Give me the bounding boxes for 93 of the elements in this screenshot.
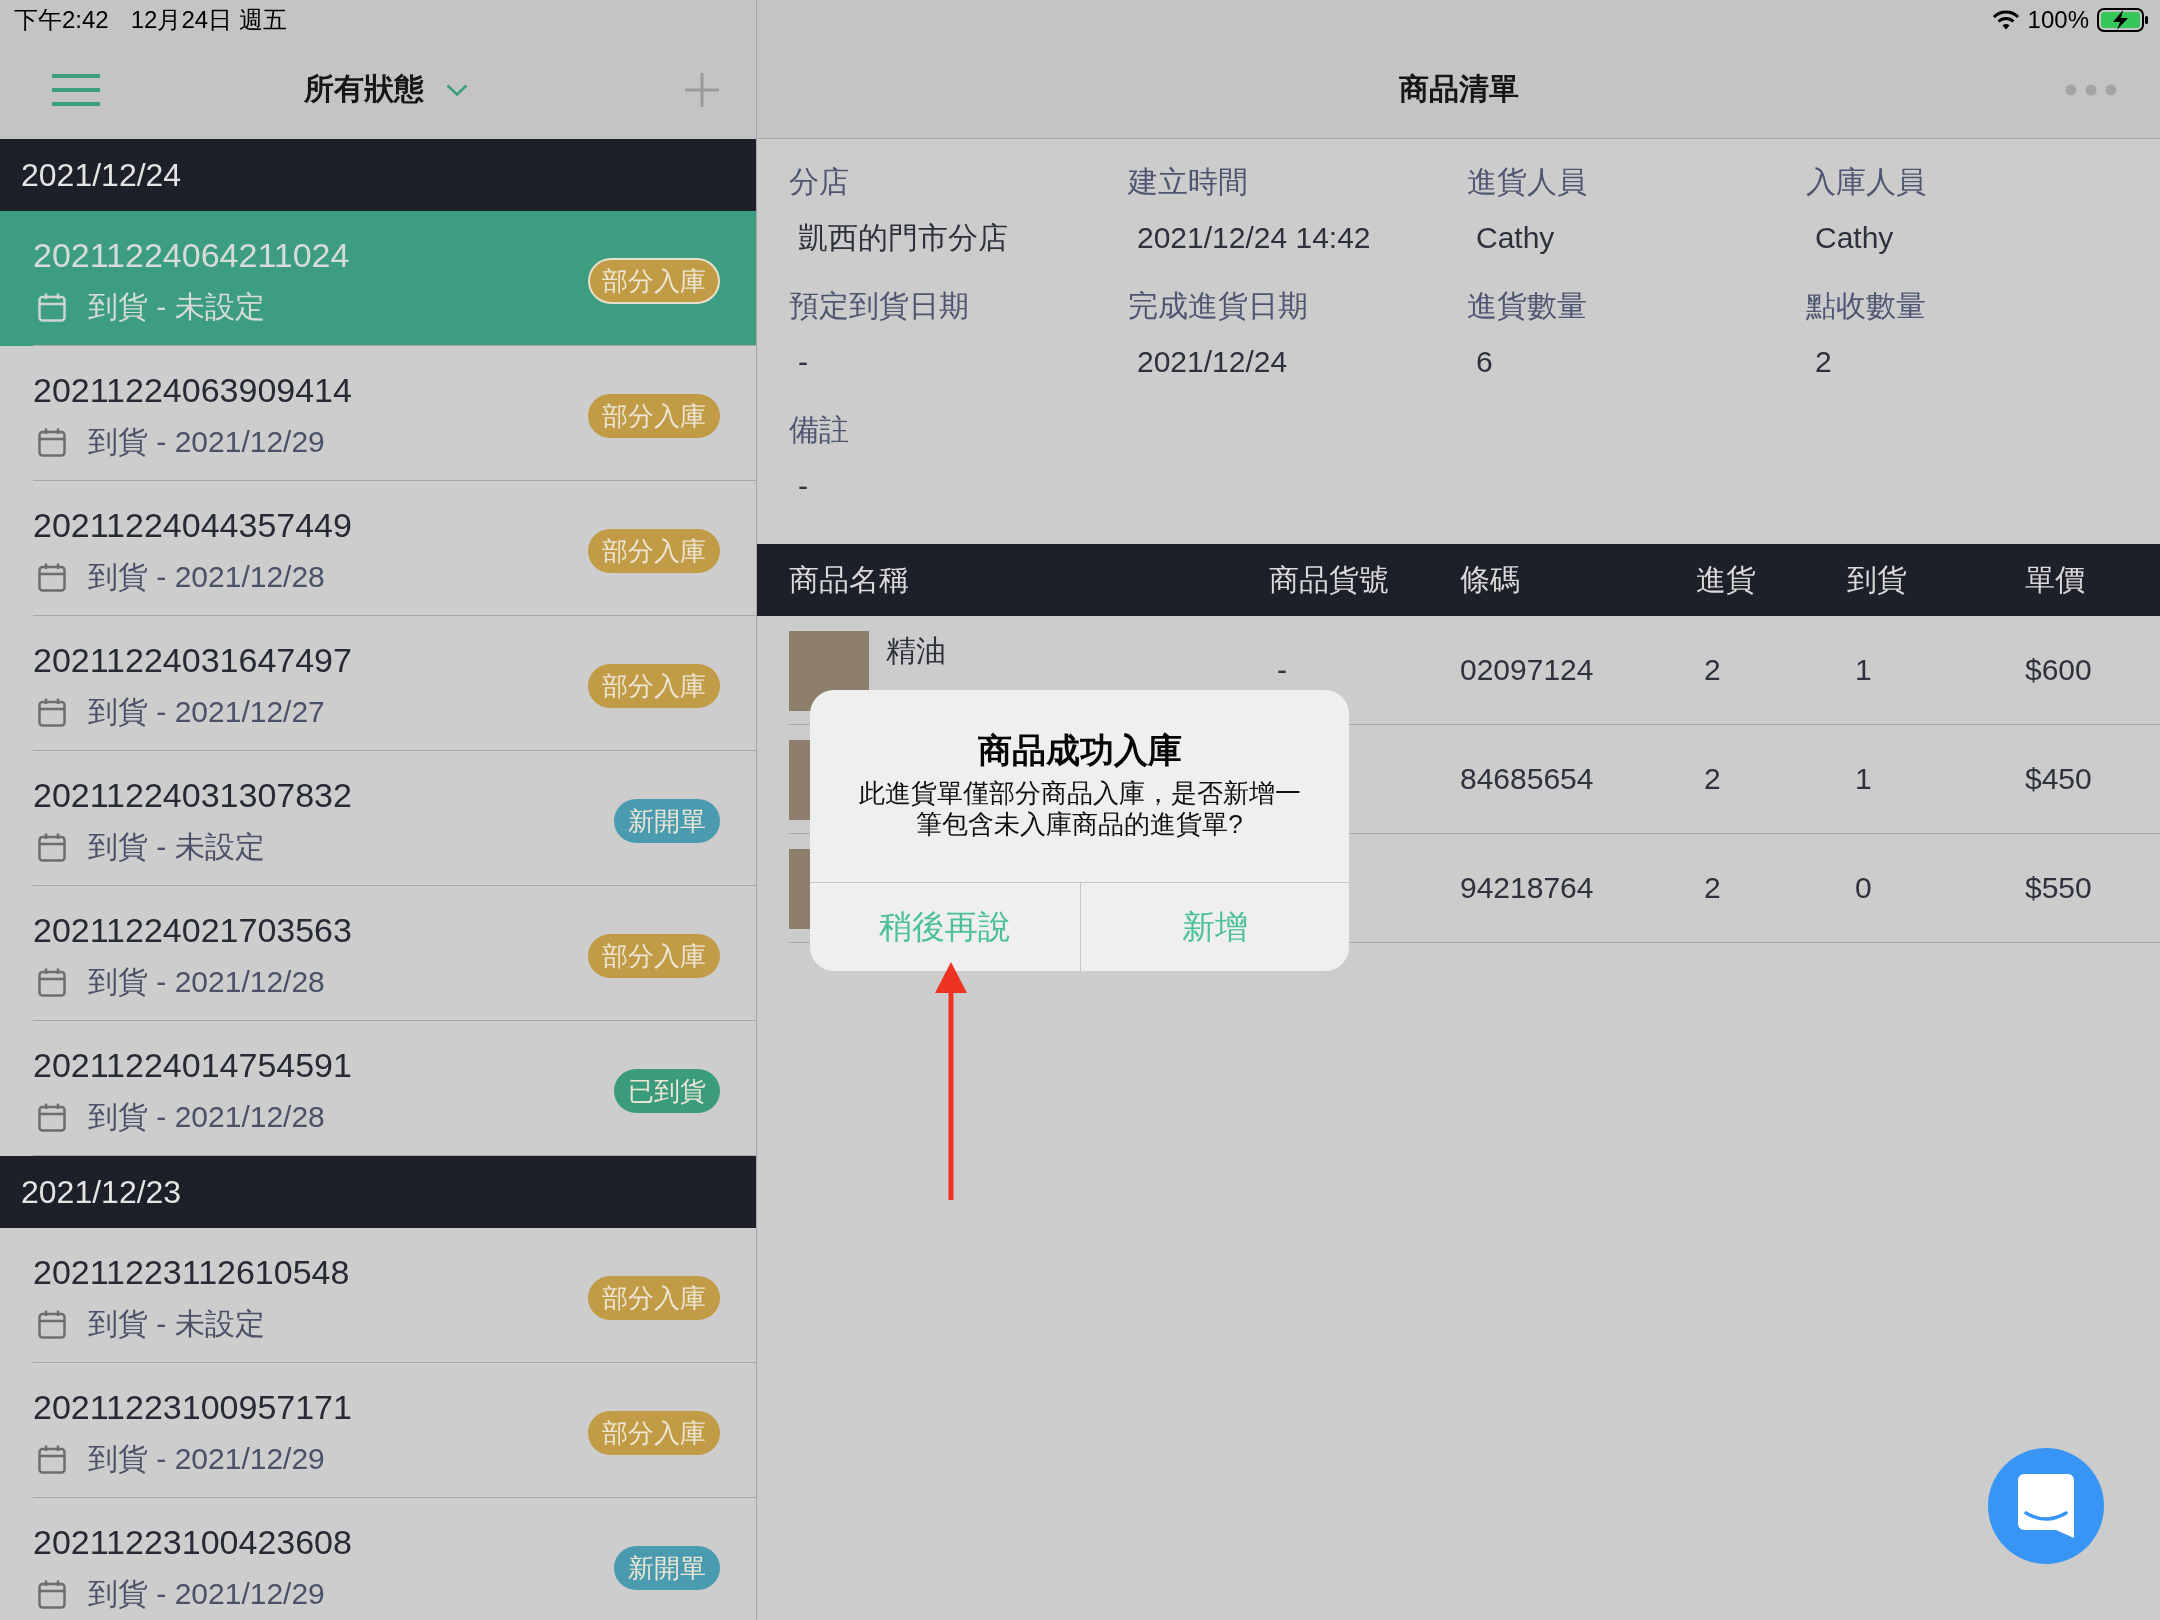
- wifi-icon: [1991, 10, 2020, 30]
- status-badge: 新開單: [614, 799, 720, 843]
- table-cell-text: 1: [1854, 652, 1872, 688]
- arrival-date: 到貨 - 2021/12/27: [88, 694, 325, 730]
- table-cell-text: 2: [1703, 761, 1721, 797]
- table-cell-text: $600: [2025, 652, 2092, 688]
- field-value: Cathy: [1814, 220, 1894, 256]
- table-cell-text: 94218764: [1460, 870, 1594, 906]
- field-value: 凱西的門市分店: [797, 220, 1008, 256]
- status-badge: 新開單: [614, 1546, 720, 1590]
- calendar-icon: [38, 832, 66, 862]
- arrival-date: 到貨 - 2021/12/28: [88, 964, 325, 1000]
- field-value: Cathy: [1475, 220, 1555, 256]
- order-number: 20211224031647497: [33, 640, 352, 680]
- table-cell-text: $550: [2025, 870, 2092, 906]
- arrival-date: 到貨 - 未設定: [88, 289, 265, 325]
- column-header: 單價: [2025, 561, 2085, 598]
- table-cell-text: 02097124: [1460, 652, 1594, 688]
- table-cell-text: 1: [1854, 761, 1872, 797]
- field-value: 2021/12/24: [1136, 344, 1288, 380]
- order-number: 20211224044357449: [33, 505, 352, 545]
- status-badge: 部分入庫: [588, 394, 720, 438]
- calendar-icon: [38, 697, 66, 727]
- calendar-icon: [38, 1102, 66, 1132]
- field-value: 6: [1475, 344, 1493, 380]
- date-header: 2021/12/24: [0, 139, 756, 211]
- field-label: 建立時間: [1128, 164, 1248, 200]
- calendar-icon: [38, 1579, 66, 1609]
- table-cell-text: -: [1276, 652, 1287, 688]
- arrival-date: 到貨 - 未設定: [88, 829, 265, 865]
- order-number: 20211223112610548: [33, 1252, 350, 1292]
- order-number: 20211224063909414: [33, 370, 352, 410]
- product-name: 精油: [886, 633, 946, 669]
- table-cell-text: $450: [2025, 761, 2092, 797]
- arrival-date: 到貨 - 2021/12/28: [88, 559, 325, 595]
- field-label: 點收數量: [1806, 288, 1926, 324]
- order-number: 20211224014754591: [33, 1045, 352, 1085]
- arrival-date: 到貨 - 2021/12/29: [88, 1441, 325, 1477]
- arrival-date: 到貨 - 2021/12/29: [88, 1576, 325, 1612]
- table-cell-text: 0: [1854, 870, 1872, 906]
- calendar-icon: [38, 967, 66, 997]
- chevron-down-icon: [445, 83, 468, 96]
- dialog-title: 商品成功入庫: [977, 730, 1182, 771]
- table-cell-text: 84685654: [1460, 761, 1594, 797]
- status-badge: 部分入庫: [588, 664, 720, 708]
- order-number: 20211224064211024: [33, 235, 350, 275]
- plus-icon[interactable]: [685, 72, 719, 107]
- status-badge: 部分入庫: [588, 934, 720, 978]
- status-date: 12月24日 週五: [130, 5, 287, 35]
- calendar-icon: [38, 562, 66, 592]
- status-badge: 部分入庫: [588, 1276, 720, 1320]
- field-label: 備註: [789, 412, 849, 448]
- status-badge: 部分入庫: [588, 529, 720, 573]
- date-header: 2021/12/23: [0, 1156, 756, 1228]
- order-number: 20211223100423608: [33, 1522, 352, 1562]
- status-badge: 已到貨: [614, 1069, 720, 1113]
- column-header: 條碼: [1460, 561, 1520, 598]
- field-value: -: [797, 468, 808, 504]
- field-label: 進貨人員: [1467, 164, 1587, 200]
- arrival-date: 到貨 - 2021/12/29: [88, 424, 325, 460]
- dialog-message: 此進貨單僅部分商品入庫，是否新增一筆包含未入庫商品的進貨單?: [857, 778, 1302, 840]
- chat-bubble-icon: [2018, 1474, 2074, 1538]
- column-header: 到貨: [1847, 561, 1907, 598]
- table-cell-text: 2: [1703, 652, 1721, 688]
- column-header: 商品貨號: [1269, 561, 1389, 598]
- field-label: 分店: [789, 164, 849, 200]
- arrival-date: 到貨 - 2021/12/28: [88, 1099, 325, 1135]
- calendar-icon: [38, 1309, 66, 1339]
- column-header: 進貨: [1696, 561, 1756, 598]
- menu-icon[interactable]: [52, 73, 100, 106]
- field-label: 進貨數量: [1467, 288, 1587, 324]
- calendar-icon: [38, 427, 66, 457]
- page-title: 商品清單: [1398, 71, 1519, 107]
- field-label: 完成進貨日期: [1128, 288, 1308, 324]
- status-badge: 部分入庫: [588, 258, 720, 304]
- calendar-icon: [38, 292, 66, 322]
- column-header: 商品名稱: [789, 561, 909, 598]
- field-value: -: [797, 344, 808, 380]
- arrival-date: 到貨 - 未設定: [88, 1306, 265, 1342]
- filter-dropdown[interactable]: 所有狀態: [303, 69, 468, 110]
- battery-percent: 100%: [2027, 6, 2089, 34]
- field-value: 2021/12/24 14:42: [1136, 220, 1371, 256]
- field-label: 入庫人員: [1806, 164, 1926, 200]
- field-label: 預定到貨日期: [789, 288, 969, 324]
- status-badge: 部分入庫: [588, 1411, 720, 1455]
- table-cell-text: 2: [1703, 870, 1721, 906]
- order-number: 20211223100957171: [33, 1387, 352, 1427]
- calendar-icon: [38, 1444, 66, 1474]
- more-icon[interactable]: [2065, 83, 2117, 96]
- status-time: 下午2:42: [14, 5, 109, 35]
- order-number: 20211224031307832: [33, 775, 352, 815]
- order-number: 20211224021703563: [33, 910, 352, 950]
- field-value: 2: [1814, 344, 1832, 380]
